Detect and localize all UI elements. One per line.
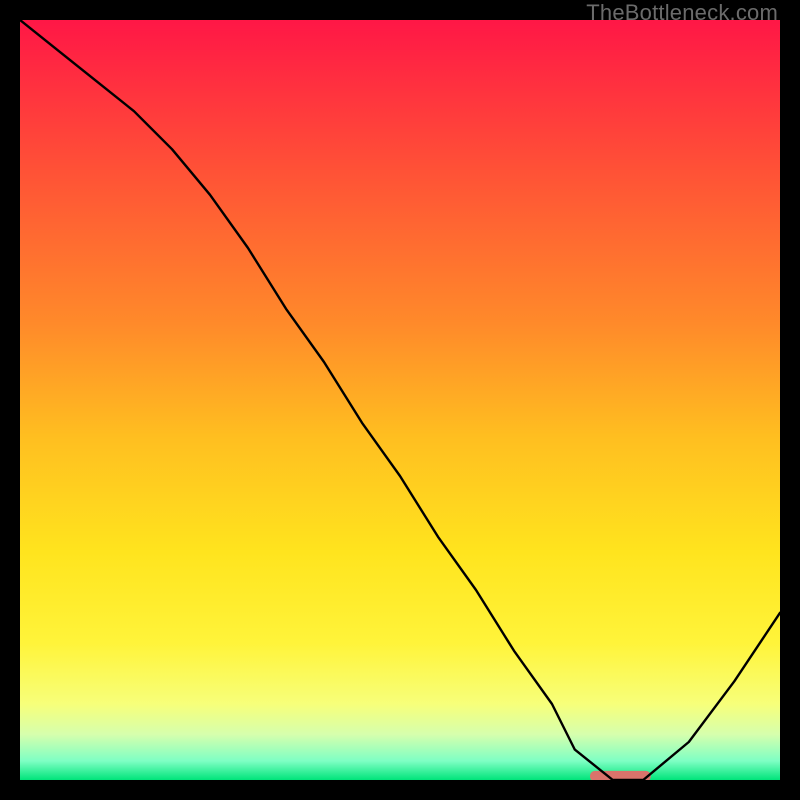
optimal-range-marker [590,771,651,780]
gradient-background [20,20,780,780]
bottleneck-chart [20,20,780,780]
chart-frame [20,20,780,780]
watermark-text: TheBottleneck.com [586,0,778,26]
